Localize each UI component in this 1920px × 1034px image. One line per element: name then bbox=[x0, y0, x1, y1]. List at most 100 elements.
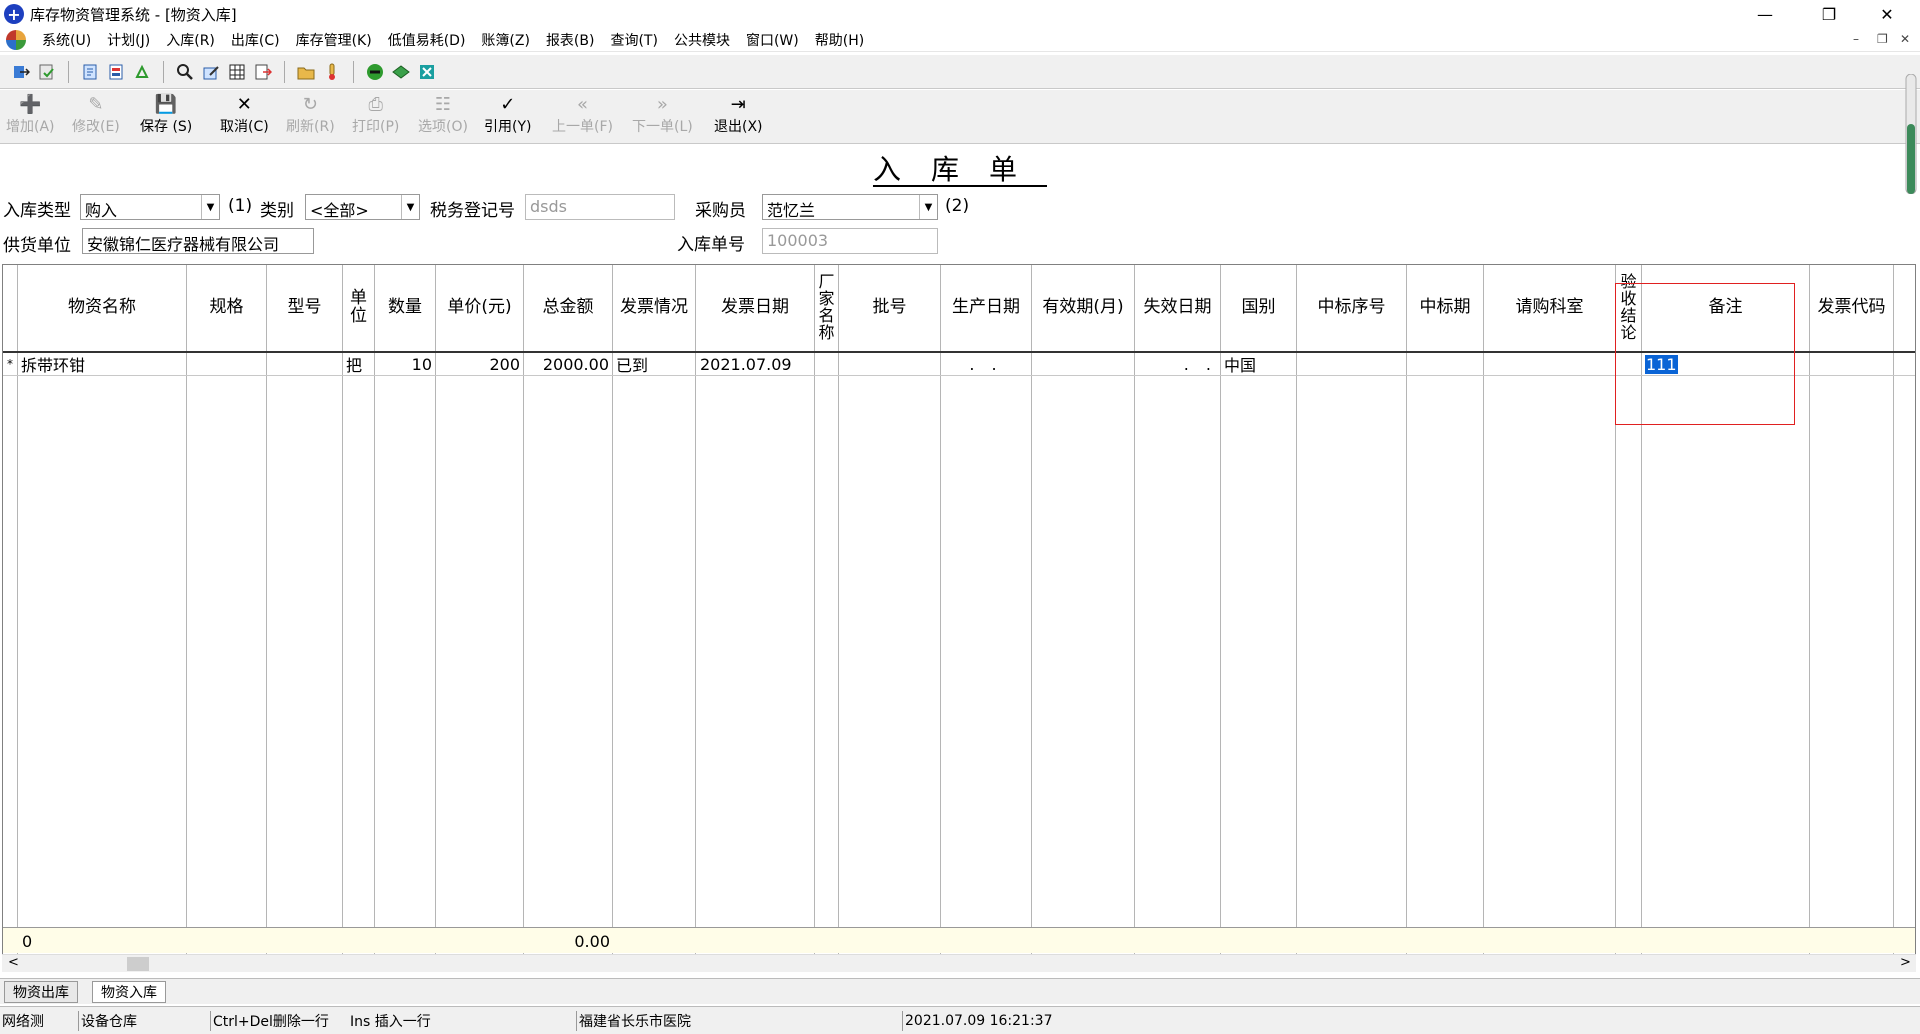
cell-qty[interactable]: 10 bbox=[375, 353, 435, 375]
cell-production-date[interactable]: . . bbox=[941, 353, 1031, 375]
dropdown-arrow-icon[interactable]: ▼ bbox=[201, 195, 219, 219]
grid-divider bbox=[186, 265, 187, 955]
menu-outbound[interactable]: 出库(C) bbox=[223, 30, 288, 50]
book-icon[interactable] bbox=[390, 61, 412, 83]
minus-circle-icon[interactable] bbox=[364, 61, 386, 83]
header-qty[interactable]: 数量 bbox=[375, 265, 435, 351]
cell-name[interactable]: 拆带环钳 bbox=[18, 353, 186, 375]
menu-inventory[interactable]: 库存管理(K) bbox=[288, 30, 380, 50]
header-total[interactable]: 总金额 bbox=[524, 265, 612, 351]
mdi-close-button[interactable]: ✕ bbox=[1900, 32, 1910, 46]
close-button[interactable]: ✕ bbox=[1864, 0, 1910, 28]
cell-price[interactable]: 200 bbox=[436, 353, 523, 375]
header-model[interactable]: 型号 bbox=[267, 265, 342, 351]
export-icon[interactable] bbox=[252, 61, 274, 83]
cell-country[interactable]: 中国 bbox=[1221, 353, 1296, 375]
tab-inbound[interactable]: 物资入库 bbox=[92, 981, 166, 1003]
edit-icon[interactable] bbox=[200, 61, 222, 83]
header-invoice-status[interactable]: 发票情况 bbox=[613, 265, 695, 351]
header-manufacturer[interactable]: 厂 家 名 称 bbox=[815, 265, 838, 351]
order-number-field[interactable]: 100003 bbox=[762, 228, 938, 254]
menu-query[interactable]: 查询(T) bbox=[602, 30, 665, 50]
prev-record-button[interactable]: «上一单(F) bbox=[552, 94, 613, 136]
modify-button[interactable]: ✎ 修改(E) bbox=[72, 94, 120, 136]
thermometer-icon[interactable] bbox=[321, 61, 343, 83]
tax-number-field[interactable]: dsds bbox=[525, 194, 675, 220]
grid-icon[interactable] bbox=[226, 61, 248, 83]
cell-total[interactable]: 2000.00 bbox=[524, 353, 612, 375]
toolbar-separator bbox=[353, 60, 354, 83]
minimize-button[interactable]: — bbox=[1742, 0, 1788, 28]
cite-button[interactable]: ✓ 引用(Y) bbox=[484, 94, 531, 136]
search-icon[interactable] bbox=[174, 61, 196, 83]
restore-button[interactable]: ❐ bbox=[1806, 0, 1852, 28]
mdi-restore-button[interactable]: ❐ bbox=[1877, 32, 1888, 46]
scroll-left-icon[interactable]: < bbox=[8, 955, 19, 970]
menu-help[interactable]: 帮助(H) bbox=[807, 30, 872, 50]
login-icon[interactable] bbox=[10, 61, 32, 83]
mdi-minimize-button[interactable]: – bbox=[1853, 32, 1859, 46]
cell-unit[interactable]: 把 bbox=[343, 353, 374, 375]
folder-icon[interactable] bbox=[295, 61, 317, 83]
document-icon[interactable] bbox=[79, 61, 101, 83]
save-button[interactable]: 💾 保存 (S) bbox=[140, 94, 192, 136]
prev-icon: « bbox=[576, 94, 588, 115]
supplier-field[interactable]: 安徽锦仁医疗器械有限公司 bbox=[82, 228, 314, 254]
menu-inbound[interactable]: 入库(R) bbox=[158, 30, 223, 50]
grid-divider bbox=[814, 265, 815, 955]
header-price[interactable]: 单价(元) bbox=[436, 265, 523, 351]
entry-type-select[interactable]: 购入 ▼ bbox=[80, 194, 220, 220]
add-button[interactable]: ➕ 增加(A) bbox=[6, 94, 55, 136]
category-select[interactable]: <全部> ▼ bbox=[305, 194, 420, 220]
items-grid[interactable]: 物资名称 规格 型号 单 位 数量 单价(元) 总金额 发票情况 发票日期 厂 … bbox=[2, 264, 1916, 956]
header-bid-period[interactable]: 中标期 bbox=[1407, 265, 1483, 351]
menu-public[interactable]: 公共模块 bbox=[666, 30, 738, 50]
header-country[interactable]: 国别 bbox=[1221, 265, 1296, 351]
modify-icon: ✎ bbox=[88, 94, 104, 115]
exit-button[interactable]: ⇥ 退出(X) bbox=[714, 94, 763, 136]
header-bid-number[interactable]: 中标序号 bbox=[1297, 265, 1406, 351]
next-record-button[interactable]: » 下一单(L) bbox=[632, 94, 693, 136]
header-production-date[interactable]: 生产日期 bbox=[941, 265, 1031, 351]
header-unit[interactable]: 单 位 bbox=[343, 265, 374, 351]
system-logo-icon[interactable] bbox=[6, 29, 26, 50]
cell-invoice-status[interactable]: 已到 bbox=[613, 353, 695, 375]
header-invoice-code[interactable]: 发票代码 bbox=[1810, 265, 1893, 351]
header-batch[interactable]: 批号 bbox=[839, 265, 940, 351]
dropdown-arrow-icon[interactable]: ▼ bbox=[919, 195, 937, 219]
refresh-button[interactable]: ↻ 刷新(R) bbox=[286, 94, 335, 136]
scroll-right-icon[interactable]: > bbox=[1900, 955, 1911, 970]
menu-reports[interactable]: 报表(B) bbox=[538, 30, 603, 50]
options-button[interactable]: ☷ 选项(O) bbox=[418, 94, 468, 136]
command-toolbar: ➕ 增加(A) ✎ 修改(E) 💾 保存 (S) ✕ 取消(C) ↻ 刷新(R) ⎙ 打印(… bbox=[0, 90, 1920, 144]
header-invoice-date[interactable]: 发票日期 bbox=[696, 265, 814, 351]
header-name[interactable]: 物资名称 bbox=[18, 265, 186, 351]
header-expiry-date[interactable]: 失效日期 bbox=[1135, 265, 1220, 351]
tax-number-label: 税务登记号 bbox=[430, 201, 515, 221]
dropdown-arrow-icon[interactable]: ▼ bbox=[401, 195, 419, 219]
menu-system[interactable]: 系统(U) bbox=[34, 30, 99, 50]
cancel-button[interactable]: ✕ 取消(C) bbox=[220, 94, 269, 136]
options-icon: ☷ bbox=[434, 94, 452, 115]
totals-amount: 0.00 bbox=[574, 931, 610, 951]
row-marker[interactable]: * bbox=[3, 353, 17, 375]
menu-consumables[interactable]: 低值易耗(D) bbox=[380, 30, 474, 50]
header-validity[interactable]: 有效期(月) bbox=[1032, 265, 1134, 351]
cell-invoice-date[interactable]: 2021.07.09 bbox=[696, 353, 814, 375]
header-spec[interactable]: 规格 bbox=[187, 265, 266, 351]
print-button[interactable]: ⎙ 打印(P) bbox=[352, 94, 399, 136]
refresh-check-icon[interactable] bbox=[36, 61, 58, 83]
menu-plan[interactable]: 计划(J) bbox=[99, 30, 158, 50]
buyer-select[interactable]: 范忆兰 ▼ bbox=[762, 194, 938, 220]
recycle-icon[interactable] bbox=[131, 61, 153, 83]
menu-ledger[interactable]: 账簿(Z) bbox=[473, 30, 538, 50]
report-icon[interactable] bbox=[105, 61, 127, 83]
header-department[interactable]: 请购科室 bbox=[1484, 265, 1615, 351]
calculator-icon[interactable] bbox=[416, 61, 438, 83]
scroll-thumb[interactable] bbox=[127, 957, 149, 971]
cell-expiry-date[interactable]: . . bbox=[1135, 353, 1220, 375]
tab-outbound[interactable]: 物资出库 bbox=[4, 981, 78, 1003]
horizontal-scrollbar[interactable]: < > bbox=[2, 954, 1916, 972]
menu-window[interactable]: 窗口(W) bbox=[738, 30, 807, 50]
toolbar-separator bbox=[163, 60, 164, 83]
